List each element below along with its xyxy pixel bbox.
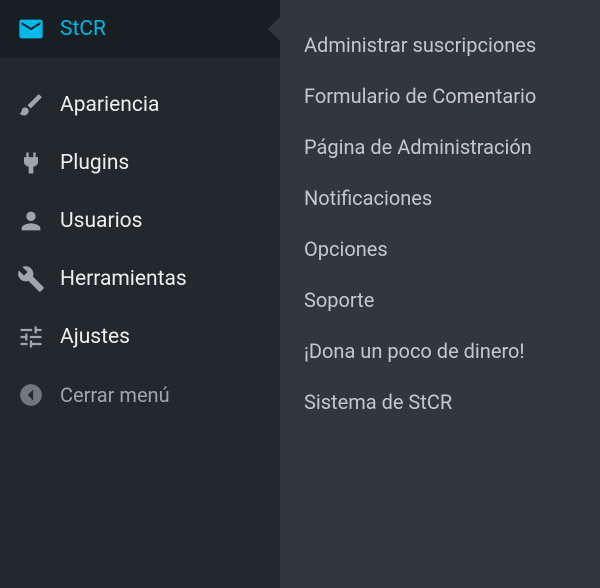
submenu-item-opciones[interactable]: Opciones [304, 224, 576, 275]
sidebar-item-herramientas[interactable]: Herramientas [0, 250, 280, 308]
submenu-item-administrar[interactable]: Administrar suscripciones [304, 20, 576, 71]
collapse-icon [16, 380, 46, 410]
sidebar-item-plugins[interactable]: Plugins [0, 134, 280, 192]
submenu-item-pagina[interactable]: Página de Administración [304, 122, 576, 173]
sidebar-item-label: StCR [60, 17, 106, 41]
plug-icon [16, 148, 46, 178]
sidebar-item-label: Herramientas [60, 267, 187, 291]
sidebar-item-label: Apariencia [60, 93, 159, 117]
submenu-panel: Administrar suscripciones Formulario de … [280, 0, 600, 588]
sidebar-item-apariencia[interactable]: Apariencia [0, 76, 280, 134]
user-icon [16, 206, 46, 236]
submenu-item-sistema[interactable]: Sistema de StCR [304, 377, 576, 428]
collapse-label: Cerrar menú [60, 383, 170, 407]
sidebar-item-ajustes[interactable]: Ajustes [0, 308, 280, 366]
spacer [0, 58, 280, 76]
submenu-item-dona[interactable]: ¡Dona un poco de dinero! [304, 326, 576, 377]
sidebar-item-usuarios[interactable]: Usuarios [0, 192, 280, 250]
submenu-item-formulario[interactable]: Formulario de Comentario [304, 71, 576, 122]
submenu-item-soporte[interactable]: Soporte [304, 275, 576, 326]
submenu-item-notificaciones[interactable]: Notificaciones [304, 173, 576, 224]
sidebar-item-stcr[interactable]: StCR [0, 0, 280, 58]
sliders-icon [16, 322, 46, 352]
sidebar-item-label: Plugins [60, 151, 129, 175]
sidebar-item-label: Usuarios [60, 209, 143, 233]
wrench-icon [16, 264, 46, 294]
sidebar-item-label: Ajustes [60, 325, 130, 349]
mail-icon [16, 14, 46, 44]
collapse-menu-button[interactable]: Cerrar menú [0, 366, 280, 424]
admin-sidebar: StCR Apariencia Plugins Usuarios Herrami… [0, 0, 280, 588]
paintbrush-icon [16, 90, 46, 120]
